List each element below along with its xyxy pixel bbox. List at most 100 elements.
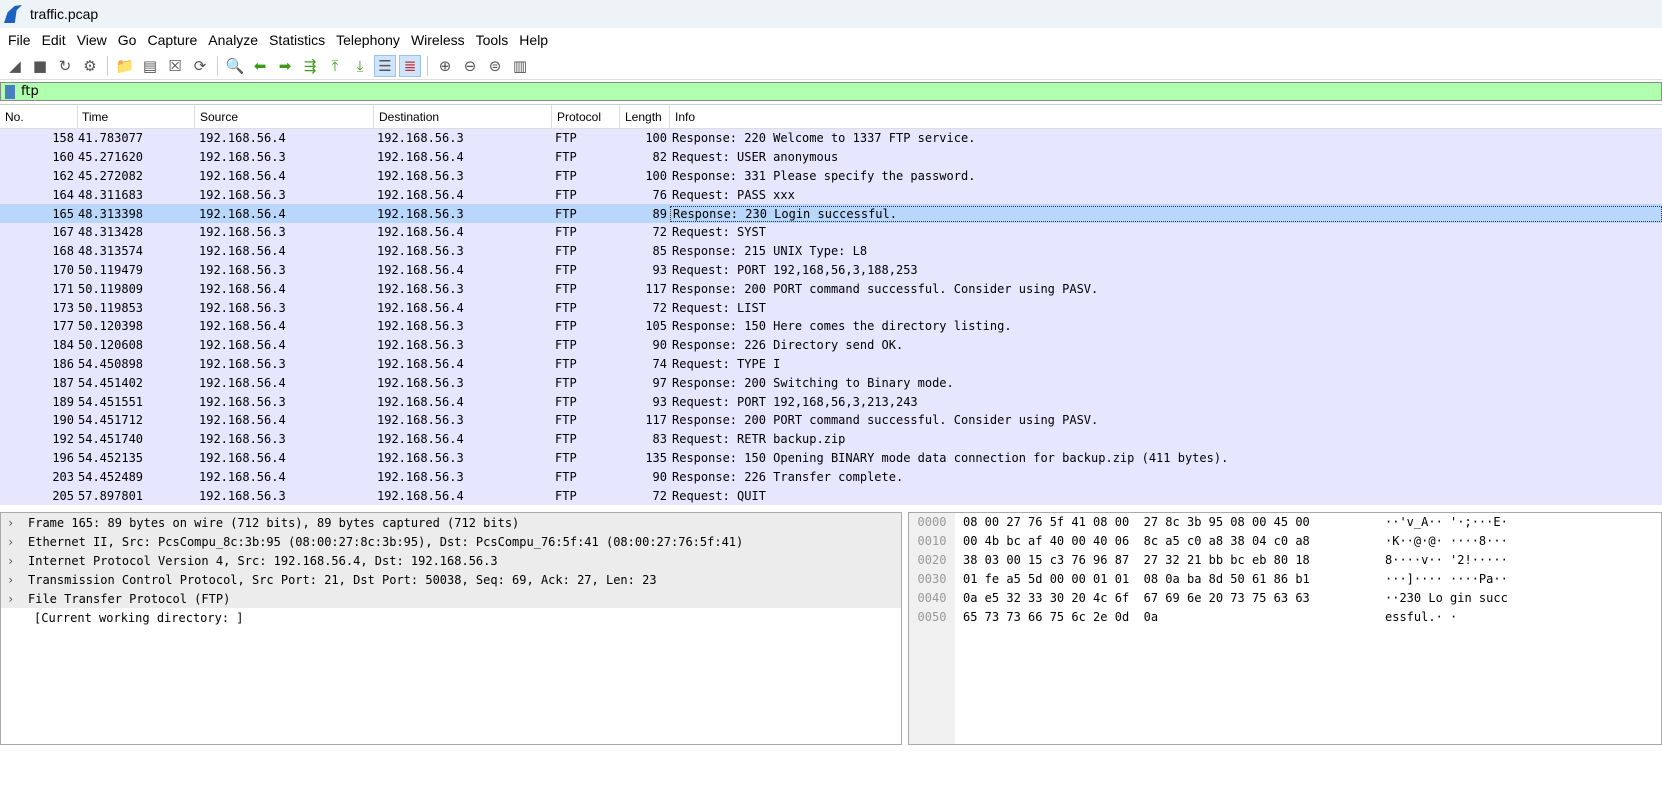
open-folder-icon[interactable]: 📁 bbox=[114, 55, 136, 77]
packet-row[interactable]: 205 57.897801 192.168.56.3 192.168.56.4 FTP 7… bbox=[0, 486, 1662, 505]
first-packet-icon[interactable]: ⤒ bbox=[324, 55, 346, 77]
packet-row[interactable]: 171 50.119809 192.168.56.4 192.168.56.3 FTP 1… bbox=[0, 279, 1662, 299]
packet-row[interactable]: 168 48.313574 192.168.56.4 192.168.56.3 FTP 8… bbox=[0, 241, 1662, 261]
forward-arrow-icon[interactable]: ➡ bbox=[274, 55, 296, 77]
expand-arrow-icon[interactable]: › bbox=[7, 554, 28, 568]
detail-tree-item[interactable]: › Frame 165: 89 bytes on wire (712 bits),… bbox=[1, 513, 901, 532]
shark-fin-icon[interactable]: ◢ bbox=[4, 55, 26, 77]
byte-hex[interactable]: 38 03 00 15 c3 76 96 87 27 32 21 bb bc e… bbox=[955, 553, 1385, 571]
column-header-source[interactable]: Source bbox=[195, 105, 374, 128]
packet-row[interactable]: 165 48.313398 192.168.56.4 192.168.56.3 FTP 8… bbox=[0, 204, 1662, 223]
byte-hex[interactable]: 00 4b bc af 40 00 40 06 8c a5 c0 a8 38 0… bbox=[955, 534, 1385, 552]
packet-row[interactable]: 189 54.451551 192.168.56.3 192.168.56.4 FTP 9… bbox=[0, 392, 1662, 411]
menu-help[interactable]: Help bbox=[513, 32, 553, 48]
menu-analyze[interactable]: Analyze bbox=[202, 32, 263, 48]
byte-ascii[interactable]: ··230 Lo gin succ bbox=[1385, 591, 1508, 609]
expand-arrow-icon[interactable]: › bbox=[7, 592, 28, 606]
packet-row[interactable]: 167 48.313428 192.168.56.3 192.168.56.4 FTP 7… bbox=[0, 222, 1662, 242]
back-arrow-icon[interactable]: ⬅ bbox=[249, 55, 271, 77]
colorize-icon[interactable]: ≣ bbox=[399, 55, 421, 77]
detail-tree-item[interactable]: › File Transfer Protocol (FTP) bbox=[1, 589, 901, 608]
display-filter-input[interactable]: ftp bbox=[21, 84, 39, 99]
last-packet-icon[interactable]: ⤓ bbox=[349, 55, 371, 77]
zoom-in-icon[interactable]: ⊕ bbox=[434, 55, 456, 77]
packet-row[interactable]: 162 45.272082 192.168.56.4 192.168.56.3 FTP 1… bbox=[0, 166, 1662, 186]
packet-row[interactable]: 196 54.452135 192.168.56.4 192.168.56.3 FTP 1… bbox=[0, 448, 1662, 468]
detail-tree-item[interactable]: › Internet Protocol Version 4, Src: 192.1… bbox=[1, 551, 901, 570]
packet-row[interactable]: 173 50.119853 192.168.56.3 192.168.56.4 FTP 7… bbox=[0, 298, 1662, 317]
byte-ascii[interactable]: ··'v_A·· '·;···E· bbox=[1385, 515, 1508, 533]
menu-tools[interactable]: Tools bbox=[470, 32, 514, 48]
autoscroll-icon[interactable]: ☰ bbox=[374, 55, 396, 77]
packet-row[interactable]: 187 54.451402 192.168.56.4 192.168.56.3 FTP 9… bbox=[0, 373, 1662, 393]
zoom-out-icon[interactable]: ⊖ bbox=[459, 55, 481, 77]
bytes-row: 0000 08 00 27 76 5f 41 08 00 27 8c 3b 95 … bbox=[909, 515, 1508, 533]
byte-ascii[interactable]: ·K··@·@· ····8··· bbox=[1385, 534, 1508, 552]
column-header-protocol[interactable]: Protocol bbox=[552, 105, 620, 128]
restart-icon[interactable]: ↻ bbox=[54, 55, 76, 77]
menu-go[interactable]: Go bbox=[112, 32, 142, 48]
packet-row[interactable]: 177 50.120398 192.168.56.4 192.168.56.3 FTP 1… bbox=[0, 316, 1662, 336]
goto-packet-icon[interactable]: ⇶ bbox=[299, 55, 321, 77]
menu-view[interactable]: View bbox=[71, 32, 112, 48]
byte-hex[interactable]: 0a e5 32 33 30 20 4c 6f 67 69 6e 20 73 7… bbox=[955, 591, 1385, 609]
column-header-destination[interactable]: Destination bbox=[374, 105, 552, 128]
byte-ascii[interactable]: essful.· · bbox=[1385, 610, 1457, 628]
bookmark-icon[interactable] bbox=[5, 84, 15, 99]
menu-file[interactable]: File bbox=[2, 32, 36, 48]
menu-statistics[interactable]: Statistics bbox=[263, 32, 330, 48]
toolbar-separator bbox=[107, 56, 108, 76]
packet-source: 192.168.56.4 bbox=[199, 206, 286, 221]
find-icon[interactable]: 🔍 bbox=[224, 55, 246, 77]
column-header-no[interactable]: No. bbox=[0, 105, 78, 128]
detail-tree-item[interactable]: › Ethernet II, Src: PcsCompu_8c:3b:95 (08… bbox=[1, 532, 901, 551]
display-filter-bar[interactable]: ftp bbox=[0, 82, 1662, 101]
packet-source: 192.168.56.4 bbox=[199, 131, 286, 146]
column-header-info[interactable]: Info bbox=[670, 105, 1662, 128]
menu-wireless[interactable]: Wireless bbox=[405, 32, 470, 48]
menu-capture[interactable]: Capture bbox=[141, 32, 202, 48]
reload-icon[interactable]: ⟳ bbox=[189, 55, 211, 77]
packet-row[interactable]: 160 45.271620 192.168.56.3 192.168.56.4 FTP 8… bbox=[0, 147, 1662, 167]
column-header-time[interactable]: Time bbox=[78, 105, 195, 128]
column-header-length[interactable]: Length bbox=[620, 105, 670, 128]
packet-row[interactable]: 158 41.783077 192.168.56.4 192.168.56.3 FTP 1… bbox=[0, 129, 1662, 148]
resize-columns-icon[interactable]: ▥ bbox=[509, 55, 531, 77]
main-toolbar: ◢ ■ ↻ ⚙ 📁 ▤ ☒ ⟳ 🔍 ⬅ ➡ ⇶ ⤒ ⤓ ☰ ≣ ⊕ ⊖ ⊜ ▥ bbox=[0, 53, 1662, 80]
options-gear-icon[interactable]: ⚙ bbox=[79, 55, 101, 77]
packet-time: 54.451551 bbox=[78, 394, 144, 409]
normal-size-icon[interactable]: ⊜ bbox=[484, 55, 506, 77]
packet-info: Request: QUIT bbox=[672, 488, 766, 503]
detail-tree-item[interactable]: [Current working directory: ] bbox=[1, 608, 901, 627]
menu-telephony[interactable]: Telephony bbox=[330, 32, 405, 48]
byte-hex[interactable]: 08 00 27 76 5f 41 08 00 27 8c 3b 95 08 0… bbox=[955, 515, 1385, 533]
close-file-icon[interactable]: ☒ bbox=[164, 55, 186, 77]
expand-arrow-icon[interactable]: › bbox=[7, 535, 28, 549]
packet-row[interactable]: 170 50.119479 192.168.56.3 192.168.56.4 FTP 9… bbox=[0, 260, 1662, 280]
packet-row[interactable]: 190 54.451712 192.168.56.4 192.168.56.3 FTP 1… bbox=[0, 410, 1662, 430]
packet-destination: 192.168.56.3 bbox=[377, 281, 464, 296]
byte-ascii[interactable]: ···]···· ····Pa·· bbox=[1385, 572, 1508, 590]
packet-info: Response: 215 UNIX Type: L8 bbox=[672, 244, 868, 259]
packet-info: Request: PORT 192,168,56,3,213,243 bbox=[672, 394, 918, 409]
packet-time: 50.119853 bbox=[78, 300, 144, 315]
packet-row[interactable]: 192 54.451740 192.168.56.3 192.168.56.4 FTP 8… bbox=[0, 429, 1662, 449]
byte-ascii[interactable]: 8····v·· '2!····· bbox=[1385, 553, 1508, 571]
packet-row[interactable]: 203 54.452489 192.168.56.4 192.168.56.3 FTP 9… bbox=[0, 467, 1662, 487]
packet-length: 82 bbox=[652, 150, 667, 165]
bytes-row: 0050 65 73 73 66 75 6c 2e 0d 0a essful.· · bbox=[909, 610, 1458, 628]
menu-edit[interactable]: Edit bbox=[36, 32, 71, 48]
byte-hex[interactable]: 01 fe a5 5d 00 00 01 01 08 0a ba 8d 50 6… bbox=[955, 572, 1385, 590]
byte-hex[interactable]: 65 73 73 66 75 6c 2e 0d 0a bbox=[955, 610, 1385, 628]
packet-row[interactable]: 186 54.450898 192.168.56.3 192.168.56.4 FTP 7… bbox=[0, 354, 1662, 374]
expand-arrow-icon[interactable]: › bbox=[7, 573, 28, 587]
file-icon[interactable]: ▤ bbox=[139, 55, 161, 77]
stop-icon[interactable]: ■ bbox=[29, 55, 51, 77]
packet-length: 72 bbox=[652, 225, 667, 240]
expand-arrow-icon[interactable]: › bbox=[7, 516, 28, 530]
packet-info: Request: PASS xxx bbox=[672, 187, 795, 202]
packet-no: 189 bbox=[52, 394, 74, 409]
packet-row[interactable]: 164 48.311683 192.168.56.3 192.168.56.4 FTP 7… bbox=[0, 185, 1662, 205]
packet-row[interactable]: 184 50.120608 192.168.56.4 192.168.56.3 FTP 9… bbox=[0, 335, 1662, 355]
detail-tree-item[interactable]: › Transmission Control Protocol, Src Port… bbox=[1, 570, 901, 589]
